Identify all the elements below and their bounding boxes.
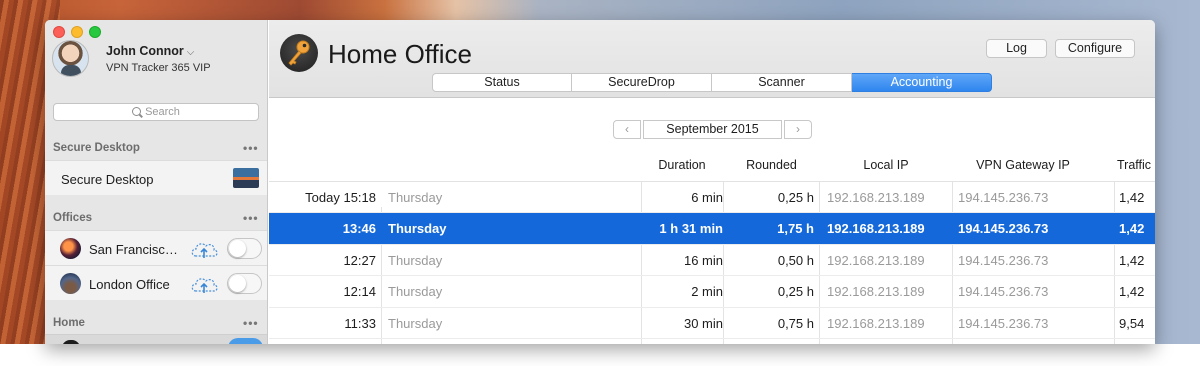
user-plan: VPN Tracker 365 VIP xyxy=(106,62,211,74)
cell-rounded: 0,50 h xyxy=(777,252,814,268)
search-input[interactable]: Search xyxy=(53,103,259,121)
tab-bar: Status SecureDrop Scanner Accounting xyxy=(432,73,992,92)
cell-vpn-ip: 194.145.236.73 xyxy=(958,315,1049,331)
column-header-vpn-gateway-ip[interactable]: VPN Gateway IP xyxy=(953,150,1093,182)
sidebar-item-secure-desktop[interactable]: Secure Desktop xyxy=(45,160,267,195)
accounting-table: Duration Rounded Local IP VPN Gateway IP… xyxy=(269,150,1155,344)
cell-day: Thursday xyxy=(388,315,443,331)
cloud-upload-icon xyxy=(191,278,218,293)
location-thumbnail-icon xyxy=(60,238,81,259)
cell-time: 12:14 xyxy=(343,284,376,299)
sidebar-item-label: London Office xyxy=(89,277,170,292)
table-row[interactable]: 12:27 Thursday 16 min 0,50 h 192.168.213… xyxy=(269,245,1155,276)
tab-scanner[interactable]: Scanner xyxy=(712,73,852,92)
search-icon xyxy=(132,107,142,116)
cell-duration: 30 min xyxy=(683,315,723,331)
minimize-window-button[interactable] xyxy=(71,26,83,38)
zoom-window-button[interactable] xyxy=(89,26,101,38)
section-header-secure-desktop: Secure Desktop xyxy=(53,142,140,154)
sidebar-item-london-office[interactable]: London Office xyxy=(45,265,267,300)
cell-local-ip: 192.168.213.189 xyxy=(827,315,925,331)
cell-vpn-ip: 194.145.236.73 xyxy=(958,252,1049,268)
cell-time: Today 15:18 xyxy=(305,189,376,205)
sidebar-item-home-office[interactable] xyxy=(45,334,267,344)
section-more-button[interactable]: ••• xyxy=(243,211,259,225)
desktop-thumbnail-icon xyxy=(233,168,259,188)
cloud-upload-icon xyxy=(191,243,218,258)
connect-toggle[interactable] xyxy=(228,338,263,344)
cell-rounded: 0,25 h xyxy=(777,284,814,299)
cell-duration: 6 min xyxy=(691,189,723,205)
section-header-offices: Offices xyxy=(53,212,92,224)
table-row[interactable]: Today 15:18 Thursday 6 min 0,25 h 192.16… xyxy=(269,182,1155,213)
location-thumbnail-icon xyxy=(60,273,81,294)
cell-day: Thursday xyxy=(388,189,443,205)
table-header: Duration Rounded Local IP VPN Gateway IP… xyxy=(269,150,1155,182)
previous-month-button[interactable]: ‹ xyxy=(613,120,641,139)
cell-local-ip: 192.168.213.189 xyxy=(827,252,925,268)
tab-status[interactable]: Status xyxy=(432,73,572,92)
cell-day: Thursday xyxy=(388,221,447,236)
column-header-duration[interactable]: Duration xyxy=(641,150,723,182)
search-placeholder: Search xyxy=(145,106,180,118)
cell-vpn-ip: 194.145.236.73 xyxy=(958,284,1049,299)
cell-vpn-ip: 194.145.236.73 xyxy=(958,189,1049,205)
section-header-home: Home xyxy=(53,317,85,329)
cell-traffic: 9,54 xyxy=(1119,315,1145,331)
location-thumbnail-icon xyxy=(62,340,80,344)
cell-local-ip: 192.168.213.189 xyxy=(827,221,925,236)
table-row-selected[interactable]: 13:46 Thursday 1 h 31 min 1,75 h 192.168… xyxy=(269,213,1155,245)
avatar[interactable] xyxy=(52,40,89,77)
tab-securedrop[interactable]: SecureDrop xyxy=(572,73,712,92)
chevron-down-icon: ⌵ xyxy=(186,47,195,58)
cell-time: 12:27 xyxy=(343,252,376,268)
cell-vpn-ip: 194.145.236.73 xyxy=(958,221,1049,236)
section-more-button[interactable]: ••• xyxy=(243,316,259,330)
section-more-button[interactable]: ••• xyxy=(243,141,259,155)
column-header-rounded[interactable]: Rounded xyxy=(724,150,819,182)
cell-day: Thursday xyxy=(388,284,443,299)
cell-day: Thursday xyxy=(388,252,443,268)
user-name: John Connor xyxy=(106,44,184,58)
cell-rounded: 0,25 h xyxy=(777,189,814,205)
key-icon xyxy=(280,34,318,72)
table-row[interactable]: 11:33 Thursday 30 min 0,75 h 192.168.213… xyxy=(269,308,1155,339)
close-window-button[interactable] xyxy=(53,26,65,38)
table-row[interactable]: 12:14 Thursday 2 min 0,25 h 192.168.213.… xyxy=(269,276,1155,308)
cell-duration: 1 h 31 min xyxy=(659,221,723,236)
cell-rounded: 0,75 h xyxy=(777,315,814,331)
cell-traffic: 1,42 xyxy=(1119,252,1145,268)
column-header-local-ip[interactable]: Local IP xyxy=(821,150,951,182)
user-menu[interactable]: John Connor ⌵ xyxy=(106,44,194,58)
cell-time: 13:46 xyxy=(342,221,376,236)
app-window: John Connor ⌵ VPN Tracker 365 VIP Search … xyxy=(45,20,1155,344)
cell-traffic: 1,42 xyxy=(1119,221,1145,236)
column-header-traffic[interactable]: Traffic xyxy=(1117,150,1155,182)
page-title: Home Office xyxy=(328,39,473,69)
sidebar-item-label: San Francisc… xyxy=(89,242,178,257)
cell-duration: 2 min xyxy=(691,284,723,299)
connect-toggle[interactable] xyxy=(227,238,262,259)
configure-button[interactable]: Configure xyxy=(1055,39,1135,58)
toolbar: Home Office Log Configure Status SecureD… xyxy=(269,20,1155,98)
cell-duration: 16 min xyxy=(683,252,723,268)
sidebar-item-san-francisco[interactable]: San Francisc… xyxy=(45,230,267,265)
cell-traffic: 1,42 xyxy=(1119,284,1145,299)
cell-rounded: 1,75 h xyxy=(777,221,814,236)
sidebar-item-label: Secure Desktop xyxy=(61,172,154,187)
cell-time: 11:33 xyxy=(344,315,376,331)
log-button[interactable]: Log xyxy=(986,39,1047,58)
cell-local-ip: 192.168.213.189 xyxy=(827,189,925,205)
main-panel: Home Office Log Configure Status SecureD… xyxy=(269,20,1155,344)
cell-local-ip: 192.168.213.189 xyxy=(827,284,925,299)
sidebar: John Connor ⌵ VPN Tracker 365 VIP Search … xyxy=(45,20,268,344)
connect-toggle[interactable] xyxy=(227,273,262,294)
next-month-button[interactable]: › xyxy=(784,120,812,139)
month-label: September 2015 xyxy=(643,120,782,139)
tab-accounting[interactable]: Accounting xyxy=(852,73,992,92)
cell-traffic: 1,42 xyxy=(1119,189,1145,205)
